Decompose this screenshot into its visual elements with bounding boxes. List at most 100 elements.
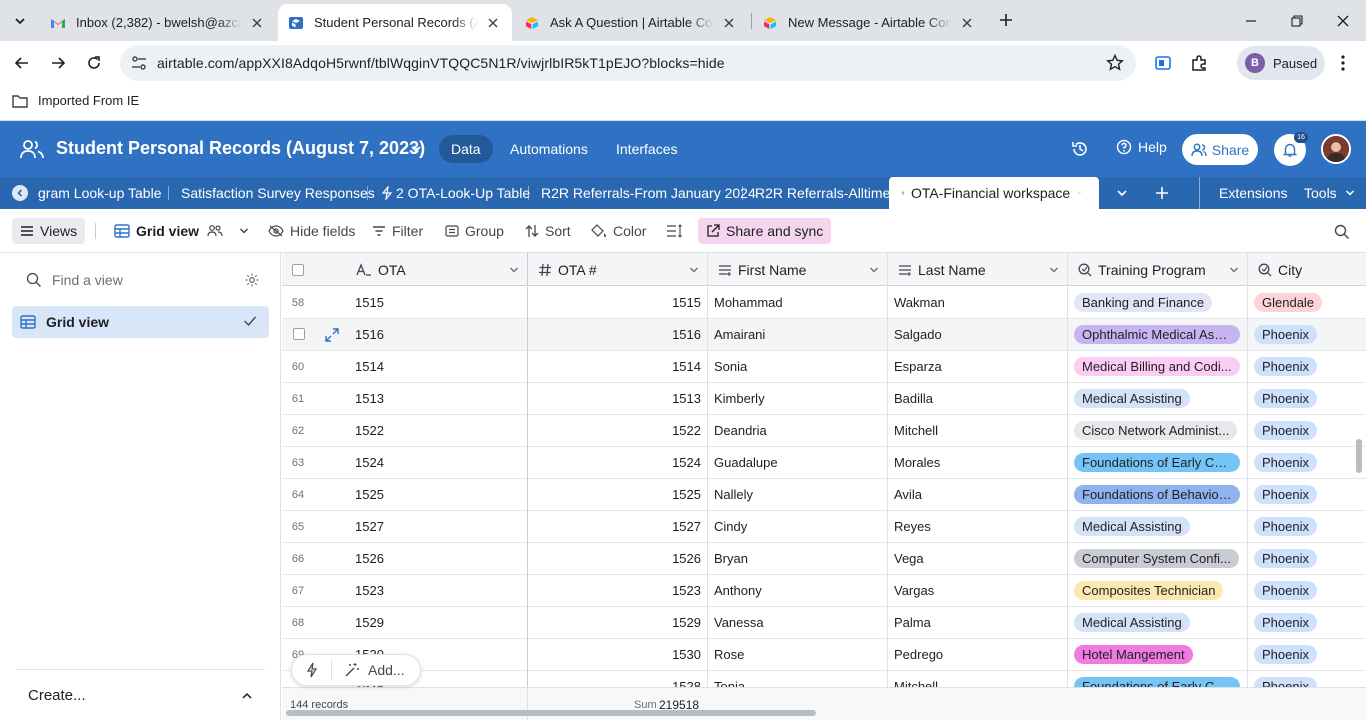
cell-training-program[interactable]: Banking and Finance	[1074, 287, 1244, 318]
cell-training-program[interactable]: Medical Assisting	[1074, 607, 1244, 638]
nav-automations[interactable]: Automations	[498, 135, 600, 163]
filter-button[interactable]: Filter	[372, 218, 423, 244]
table-row[interactable]: 67 1523 1523 Anthony Vargas Composites Techni…	[282, 575, 1366, 607]
table-tab[interactable]: Satisfaction Survey Responses	[181, 177, 375, 209]
cell-city[interactable]: Phoenix	[1254, 319, 1364, 350]
cell-last-name[interactable]: Mitchell	[894, 415, 1064, 446]
minimize-button[interactable]	[1228, 0, 1274, 41]
tools-button[interactable]: Tools	[1304, 177, 1355, 209]
cell-first-name[interactable]: Deandria	[714, 415, 884, 446]
profile-button[interactable]: B Paused	[1237, 46, 1325, 80]
browser-tab-student-records[interactable]: Student Personal Records (August 7, 2023…	[278, 4, 512, 41]
table-row[interactable]: 68 1529 1529 Vanessa Palma Medical Assisting P…	[282, 607, 1366, 639]
cell-training-program[interactable]: Medical Assisting	[1074, 383, 1244, 414]
cell-ota[interactable]: 1516	[355, 319, 525, 350]
bookmark-star-icon[interactable]	[1106, 54, 1124, 72]
table-row[interactable]: 63 1524 1524 Guadalupe Morales Foundations of…	[282, 447, 1366, 479]
extensions-button[interactable]: Extensions	[1219, 177, 1287, 209]
cell-ota-number[interactable]: 1526	[528, 543, 701, 574]
cell-first-name[interactable]: Bryan	[714, 543, 884, 574]
group-button[interactable]: Group	[445, 218, 504, 244]
cell-training-program[interactable]: Cisco Network Administ...	[1074, 415, 1244, 446]
cell-first-name[interactable]: Cindy	[714, 511, 884, 542]
url-text[interactable]: airtable.com/appXXI8AdqoH5rwnf/tblWqginV…	[157, 55, 725, 71]
extension-icon[interactable]	[1154, 54, 1172, 72]
cell-ota-number[interactable]: 1513	[528, 383, 701, 414]
views-toggle-button[interactable]: Views	[12, 218, 86, 244]
cell-first-name[interactable]: Sonia	[714, 351, 884, 382]
close-tab-icon[interactable]	[720, 14, 738, 32]
close-tab-icon[interactable]	[484, 14, 502, 32]
column-header-ota-number[interactable]: OTA #	[528, 253, 708, 286]
cell-city[interactable]: Phoenix	[1254, 543, 1364, 574]
cell-ota[interactable]: 1527	[355, 511, 525, 542]
cell-city[interactable]: Phoenix	[1254, 511, 1364, 542]
horizontal-scrollbar[interactable]	[286, 710, 816, 716]
sort-button[interactable]: Sort	[525, 218, 571, 244]
cell-ota[interactable]: 1526	[355, 543, 525, 574]
find-view-input[interactable]: Find a view	[16, 265, 266, 295]
nav-interfaces[interactable]: Interfaces	[604, 135, 689, 163]
cell-ota[interactable]: 1522	[355, 415, 525, 446]
cell-last-name[interactable]: Avila	[894, 479, 1064, 510]
cell-ota-number[interactable]: 1522	[528, 415, 701, 446]
column-header-city[interactable]: City	[1248, 253, 1366, 286]
nav-data[interactable]: Data	[439, 135, 493, 163]
close-tab-icon[interactable]	[248, 14, 266, 32]
cell-first-name[interactable]: Guadalupe	[714, 447, 884, 478]
search-icon[interactable]	[1334, 224, 1350, 240]
hide-fields-button[interactable]: Hide fields	[268, 218, 355, 244]
cell-last-name[interactable]: Badilla	[894, 383, 1064, 414]
cell-last-name[interactable]: Palma	[894, 607, 1064, 638]
restore-button[interactable]	[1274, 0, 1320, 41]
view-switcher-button[interactable]: Grid view	[114, 218, 255, 244]
cell-ota-number[interactable]: 1530	[528, 639, 701, 670]
select-all-checkbox[interactable]	[282, 253, 314, 286]
table-row[interactable]: 62 1522 1522 Deandria Mitchell Cisco Network …	[282, 415, 1366, 447]
table-tab[interactable]: gram Look-up Table	[38, 177, 161, 209]
cell-last-name[interactable]: Vargas	[894, 575, 1064, 606]
cell-city[interactable]: Phoenix	[1254, 607, 1364, 638]
base-title[interactable]: Student Personal Records (August 7, 2023…	[56, 138, 425, 159]
cell-first-name[interactable]: Kimberly	[714, 383, 884, 414]
cell-training-program[interactable]: Ophthalmic Medical Assi...	[1074, 319, 1244, 350]
cell-first-name[interactable]: Mohammad	[714, 287, 884, 318]
cell-first-name[interactable]: Vanessa	[714, 607, 884, 638]
row-checkbox[interactable]	[293, 328, 305, 340]
row-height-button[interactable]	[666, 218, 688, 244]
table-row[interactable]: 1516 1516 Amairani Salgado Ophthalmic Medica…	[282, 319, 1366, 351]
cell-ota[interactable]: 1513	[355, 383, 525, 414]
site-settings-icon[interactable]	[130, 54, 148, 72]
chevron-down-icon[interactable]	[410, 143, 422, 155]
cell-ota-number[interactable]: 1516	[528, 319, 701, 350]
color-button[interactable]: Color	[591, 218, 646, 244]
browser-tab-ask-question[interactable]: Ask A Question | Airtable Community	[514, 4, 748, 41]
cell-ota[interactable]: 1525	[355, 479, 525, 510]
cell-ota[interactable]: 1515	[355, 287, 525, 318]
forward-button[interactable]	[44, 49, 72, 77]
cell-ota-number[interactable]: 1523	[528, 575, 701, 606]
more-vertical-icon[interactable]	[1333, 53, 1353, 73]
puzzle-icon[interactable]	[1190, 54, 1208, 72]
expand-record-icon[interactable]	[325, 328, 339, 342]
sidebar-view-grid[interactable]: Grid view	[12, 306, 269, 338]
user-avatar[interactable]	[1321, 134, 1351, 164]
vertical-scrollbar[interactable]	[1356, 439, 1362, 473]
cell-training-program[interactable]: Medical Assisting	[1074, 511, 1244, 542]
share-and-sync-button[interactable]: Share and sync	[698, 218, 832, 244]
cell-ota[interactable]: 1514	[355, 351, 525, 382]
cell-city[interactable]: Phoenix	[1254, 639, 1364, 670]
cell-city[interactable]: Phoenix	[1254, 351, 1364, 382]
add-table-button[interactable]	[1150, 177, 1174, 209]
create-view-label[interactable]: Create...	[28, 687, 86, 704]
cell-city[interactable]: Phoenix	[1254, 383, 1364, 414]
column-header-first-name[interactable]: First Name	[708, 253, 888, 286]
scroll-tabs-left-button[interactable]	[12, 185, 28, 201]
cell-training-program[interactable]: Computer System Confi...	[1074, 543, 1244, 574]
new-tab-button[interactable]	[994, 8, 1018, 32]
help-button[interactable]: Help	[1116, 139, 1167, 155]
close-tab-icon[interactable]	[958, 14, 976, 32]
column-header-training-program[interactable]: Training Program	[1068, 253, 1248, 286]
cell-training-program[interactable]: Foundations of Behavior...	[1074, 479, 1244, 510]
cell-ota-number[interactable]: 1529	[528, 607, 701, 638]
